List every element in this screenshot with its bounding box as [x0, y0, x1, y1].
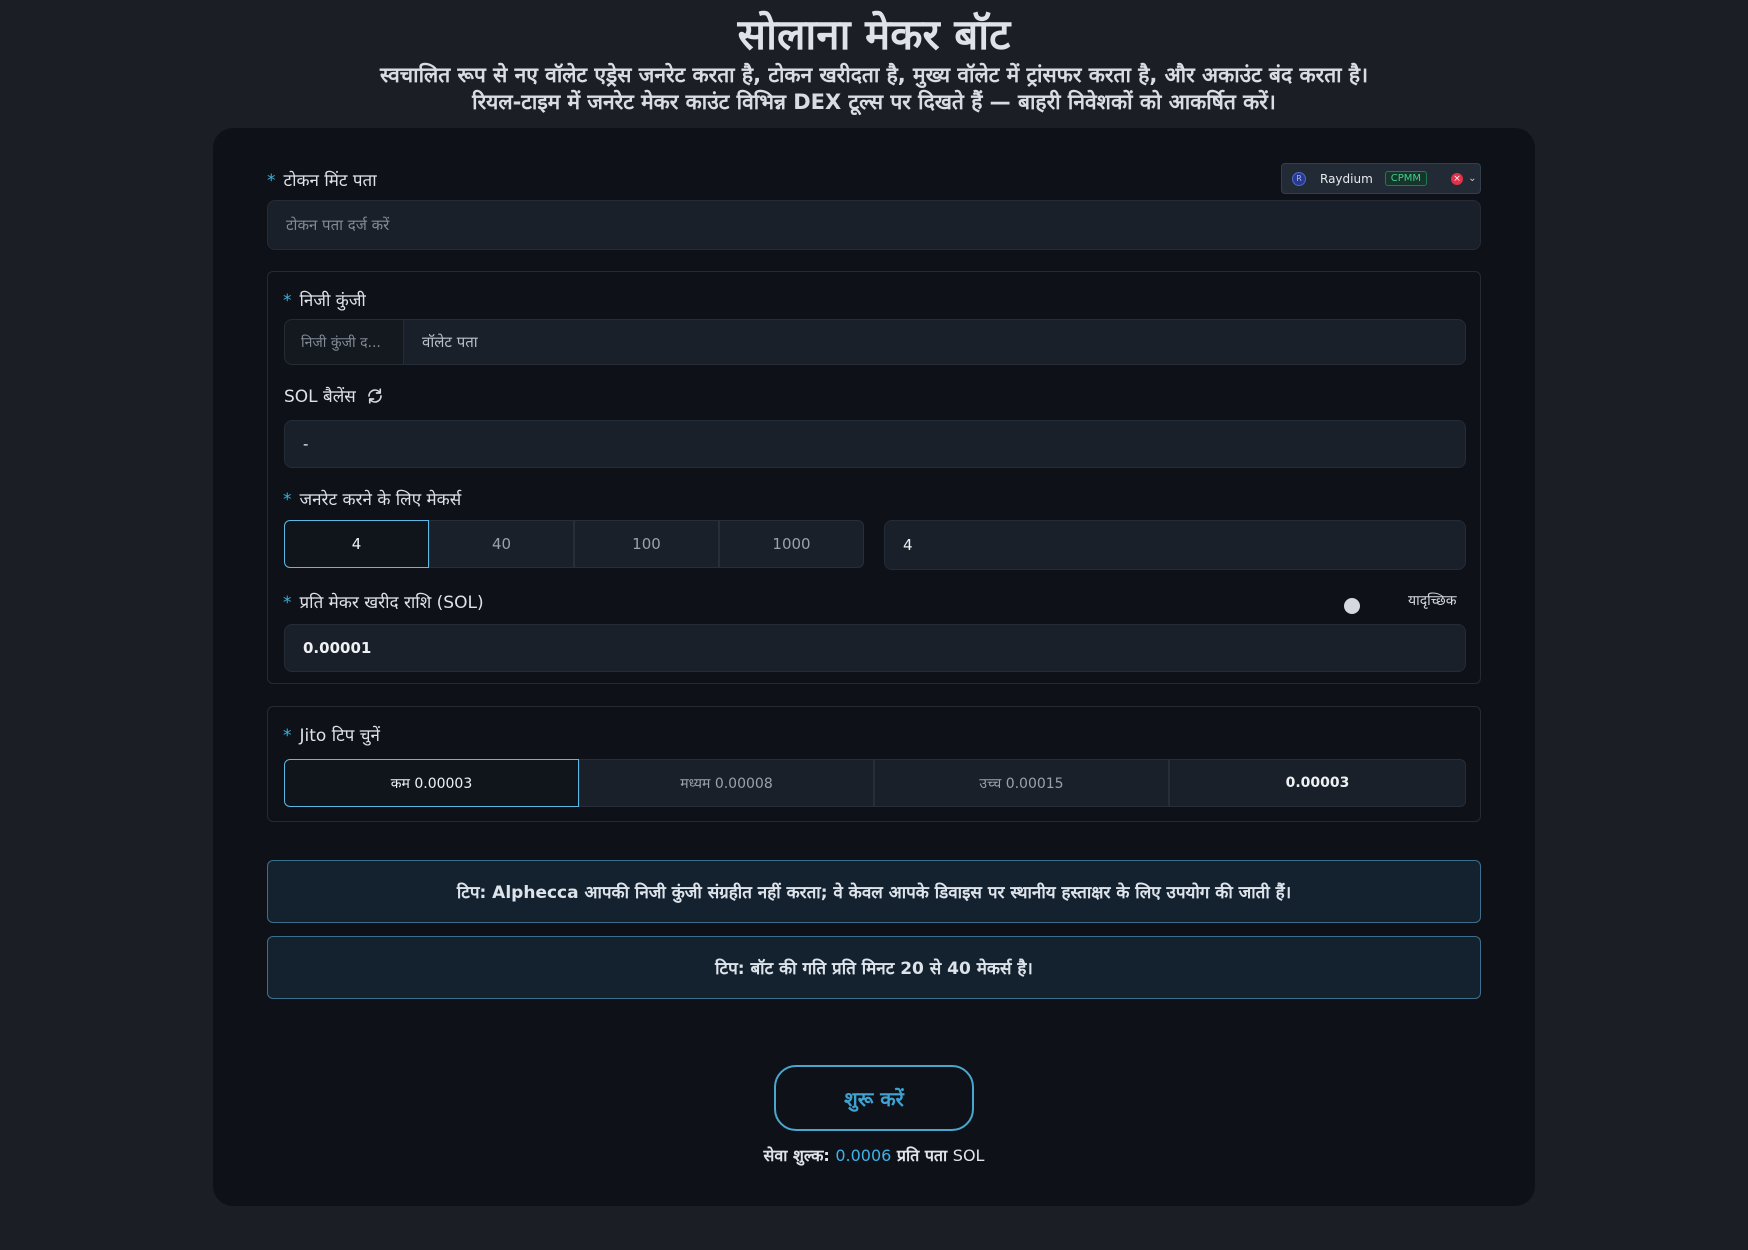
dex-pool-badge: CPMM: [1384, 171, 1428, 186]
wallet-address-field: वॉलेट पता: [404, 319, 1466, 365]
token-address-placeholder: टोकन पता दर्ज करें: [286, 216, 390, 234]
private-key-label-text: निजी कुंजी: [299, 291, 366, 311]
makers-option-40[interactable]: 40: [429, 520, 574, 568]
token-mint-label: * टोकन मिंट पता: [267, 168, 377, 191]
private-key-group: निजी कुंजी द... वॉलेट पता: [284, 319, 1466, 365]
clear-icon[interactable]: ×: [1451, 172, 1464, 185]
page-subtitle-line1: स्वचालित रूप से नए वॉलेट एड्रेस जनरेट कर…: [379, 63, 1369, 87]
refresh-icon[interactable]: [366, 387, 384, 405]
jito-option-low[interactable]: कम 0.00003: [284, 759, 579, 807]
amount-label-text: प्रति मेकर खरीद राशि (SOL): [299, 593, 484, 613]
makers-preset-group: 4 40 100 1000: [284, 520, 864, 568]
sol-balance-value: -: [303, 435, 309, 453]
tip-bot-speed-text: टिप: बॉट की गति प्रति मिनट 20 से 40 मेकर…: [715, 959, 1033, 979]
amount-value: 0.00001: [303, 639, 372, 657]
makers-label-text: जनरेट करने के लिए मेकर्स: [299, 490, 462, 510]
makers-count-input[interactable]: 4: [884, 520, 1466, 570]
makers-label: * जनरेट करने के लिए मेकर्स: [283, 487, 461, 510]
jito-option-high[interactable]: उच्च 0.00015: [874, 759, 1169, 807]
required-asterisk: *: [283, 291, 292, 311]
fee-amount: 0.0006: [835, 1146, 892, 1165]
amount-input[interactable]: 0.00001: [284, 624, 1466, 672]
required-asterisk: *: [283, 726, 292, 746]
page-header: सोलाना मेकर बॉट स्वचालित रूप से नए वॉलेट…: [0, 0, 1748, 116]
jito-label: * Jito टिप चुनें: [283, 723, 380, 746]
page-title: सोलाना मेकर बॉट: [737, 10, 1011, 59]
jito-section: * Jito टिप चुनें कम 0.00003 मध्यम 0.00008…: [267, 706, 1481, 822]
wallet-address-placeholder: वॉलेट पता: [422, 333, 478, 351]
raydium-logo-icon: R: [1292, 171, 1306, 186]
private-key-label: * निजी कुंजी: [283, 288, 366, 311]
makers-option-100[interactable]: 100: [574, 520, 719, 568]
jito-option-medium[interactable]: मध्यम 0.00008: [579, 759, 874, 807]
jito-option-custom[interactable]: 0.00003: [1169, 759, 1466, 807]
amount-label: * प्रति मेकर खरीद राशि (SOL): [283, 590, 484, 613]
jito-label-text: Jito टिप चुनें: [299, 726, 380, 746]
fee-suffix: प्रति पता: [896, 1146, 948, 1165]
required-asterisk: *: [267, 171, 276, 191]
start-button[interactable]: शुरू करें: [774, 1065, 974, 1131]
service-fee: सेवा शुल्क: 0.0006 प्रति पता SOL: [574, 1144, 1174, 1166]
dex-selector[interactable]: R Raydium CPMM × ⌄: [1281, 163, 1481, 194]
dex-name: Raydium: [1320, 171, 1373, 186]
sol-balance-label: SOL बैलेंस: [284, 384, 384, 407]
token-mint-label-text: टोकन मिंट पता: [283, 171, 377, 191]
bot-config-card: * टोकन मिंट पता R Raydium CPMM × ⌄ टोकन प…: [213, 128, 1535, 1206]
tip-private-key: टिप: Alphecca आपकी निजी कुंजी संग्रहीत न…: [267, 860, 1481, 923]
random-label: यादृच्छिक: [1408, 593, 1457, 609]
makers-count-value: 4: [903, 536, 913, 554]
makers-option-4[interactable]: 4: [284, 520, 429, 568]
fee-prefix: सेवा शुल्क:: [763, 1146, 830, 1165]
token-address-input[interactable]: टोकन पता दर्ज करें: [267, 200, 1481, 250]
fee-unit: SOL: [952, 1146, 985, 1165]
required-asterisk: *: [283, 490, 292, 510]
required-asterisk: *: [283, 593, 292, 613]
sol-balance-label-text: SOL बैलेंस: [284, 387, 356, 407]
tip-bot-speed: टिप: बॉट की गति प्रति मिनट 20 से 40 मेकर…: [267, 936, 1481, 999]
tip-private-key-text: टिप: Alphecca आपकी निजी कुंजी संग्रहीत न…: [456, 883, 1292, 903]
page-subtitle-line2: रियल-टाइम में जनरेट मेकर काउंट विभिन्न D…: [472, 90, 1276, 114]
private-key-placeholder: निजी कुंजी द...: [301, 334, 381, 351]
wallet-section: * निजी कुंजी निजी कुंजी द... वॉलेट पता SO…: [267, 271, 1481, 684]
sol-balance-field: -: [284, 420, 1466, 468]
jito-tip-group: कम 0.00003 मध्यम 0.00008 उच्च 0.00015 0.…: [284, 759, 1466, 807]
random-toggle[interactable]: [1344, 598, 1360, 614]
chevron-down-icon[interactable]: ⌄: [1468, 173, 1476, 184]
makers-option-1000[interactable]: 1000: [719, 520, 864, 568]
private-key-input[interactable]: निजी कुंजी द...: [284, 319, 404, 365]
